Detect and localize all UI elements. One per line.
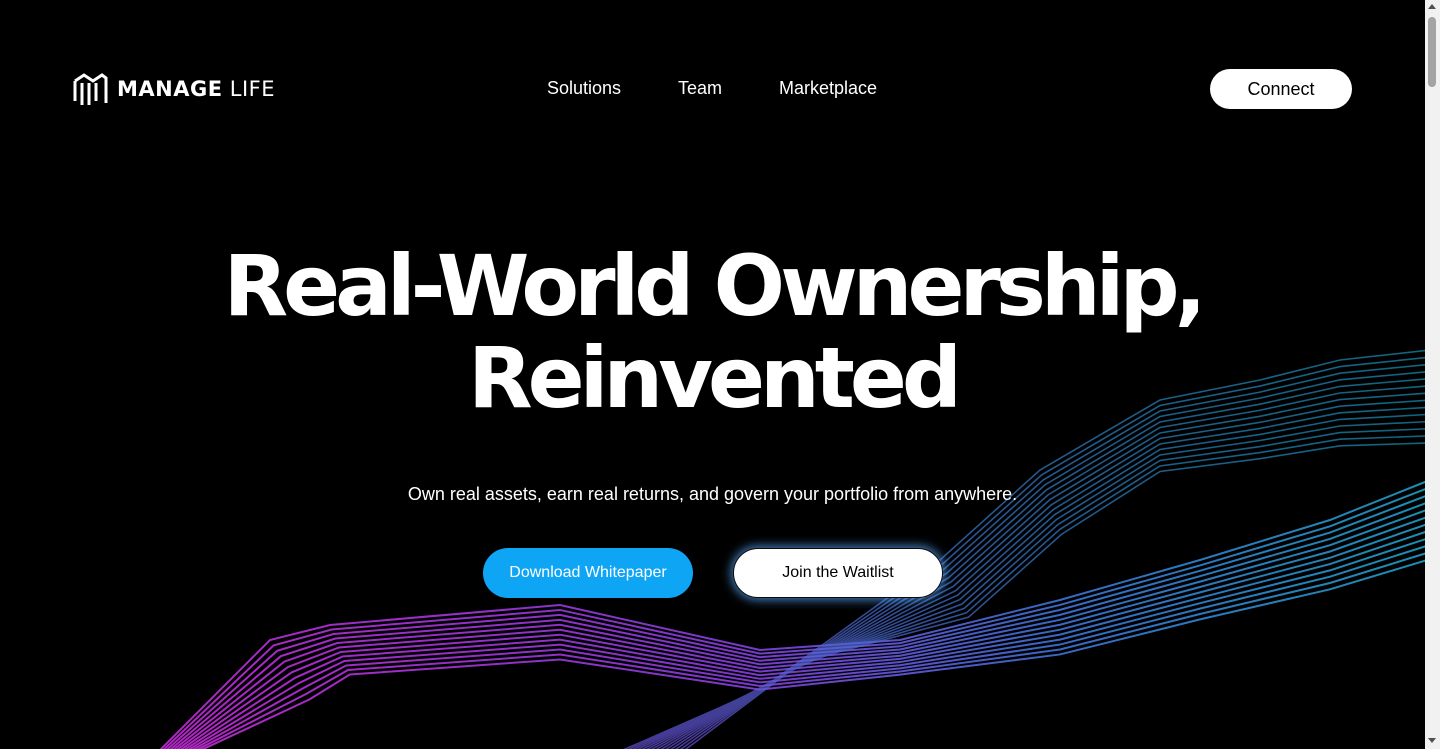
scroll-down-arrow-icon[interactable] — [1428, 738, 1436, 743]
page-scrollbar[interactable] — [1425, 0, 1440, 749]
hero-title-line-2: Reinvented — [467, 329, 962, 427]
site-header: MANAGE LIFE Solutions Team Marketplace C… — [0, 0, 1425, 180]
hero-title-line-1: Real-World Ownership, — [223, 237, 1206, 335]
nav-link-team[interactable]: Team — [678, 76, 722, 100]
wave-line — [169, 502, 1425, 749]
nav-link-solutions[interactable]: Solutions — [547, 76, 621, 100]
wave-line — [162, 488, 1425, 749]
download-whitepaper-button[interactable]: Download Whitepaper — [483, 548, 693, 598]
scroll-up-arrow-icon[interactable] — [1428, 4, 1436, 9]
wave-line — [159, 480, 1425, 749]
hero-subtitle: Own real assets, earn real returns, and … — [407, 484, 1018, 504]
wave-line — [166, 495, 1425, 749]
join-waitlist-button[interactable]: Join the Waitlist — [733, 548, 943, 598]
nav-link-marketplace[interactable]: Marketplace — [779, 76, 877, 100]
scrollbar-thumb[interactable] — [1428, 17, 1436, 87]
hero-title: Real-World Ownership, Reinvented — [0, 240, 1425, 424]
connect-button[interactable]: Connect — [1210, 69, 1352, 109]
landing-page: MANAGE LIFE Solutions Team Marketplace C… — [0, 0, 1440, 749]
wave-line — [173, 509, 1425, 749]
